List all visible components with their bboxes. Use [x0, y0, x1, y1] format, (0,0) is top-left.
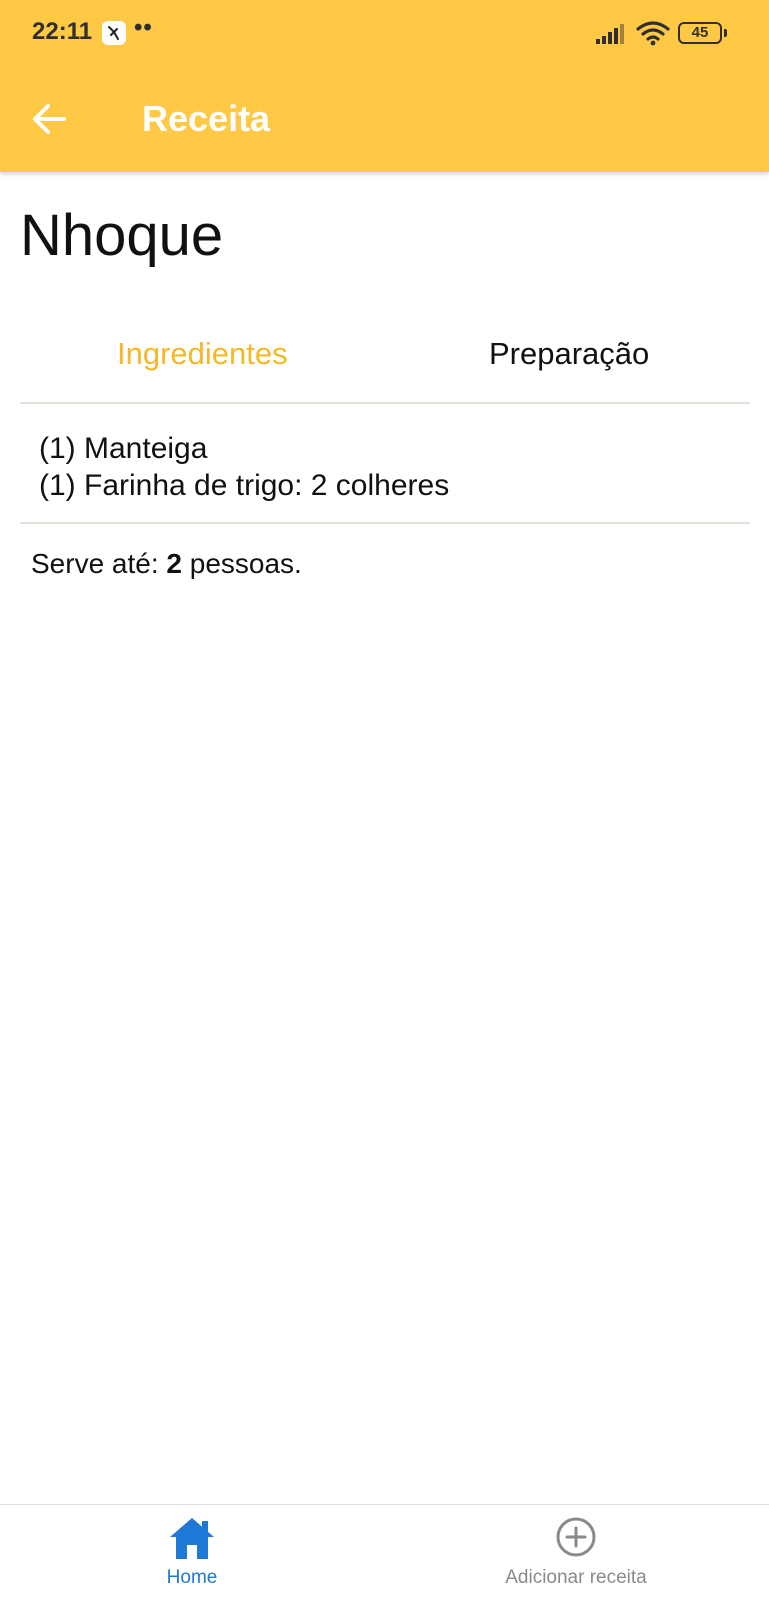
status-more-dots: ••: [134, 14, 153, 41]
signal-icon: [596, 24, 626, 49]
status-bar: 22:11 •• 45: [0, 0, 769, 70]
battery-tip: [724, 29, 727, 37]
recipe-tabs: Ingredientes Preparação: [20, 320, 750, 404]
status-time: 22:11: [32, 18, 93, 45]
servings-text: Serve até: 2 pessoas.: [31, 548, 302, 580]
ingredients-list: (1) Manteiga (1) Farinha de trigo: 2 col…: [20, 404, 750, 524]
nav-add-recipe-label: Adicionar receita: [505, 1567, 647, 1588]
home-icon: [168, 1515, 216, 1566]
battery-indicator: 45: [678, 22, 722, 44]
recipe-title: Nhoque: [20, 203, 224, 268]
wifi-icon: [636, 20, 670, 51]
tab-preparation[interactable]: Preparação: [489, 336, 649, 372]
bottom-navigation: Home Adicionar receita: [0, 1504, 769, 1600]
arrow-left-icon: [26, 104, 72, 146]
nav-home-label: Home: [166, 1567, 218, 1588]
servings-suffix: pessoas.: [181, 548, 302, 579]
app-header: 22:11 •• 45 Receita: [0, 0, 769, 172]
ingredient-item: (1) Farinha de trigo: 2 colheres: [39, 469, 450, 502]
tab-ingredients[interactable]: Ingredientes: [117, 336, 288, 372]
notification-app-icon: [102, 21, 126, 45]
header-title: Receita: [142, 98, 271, 139]
servings-count: 2: [166, 548, 182, 579]
nav-add-recipe[interactable]: Adicionar receita: [476, 1505, 676, 1601]
ingredient-item: (1) Manteiga: [39, 432, 208, 465]
servings-prefix: Serve até:: [31, 548, 167, 579]
nav-home[interactable]: Home: [92, 1505, 292, 1601]
back-button[interactable]: [26, 96, 72, 142]
plus-circle-icon: [554, 1515, 598, 1564]
